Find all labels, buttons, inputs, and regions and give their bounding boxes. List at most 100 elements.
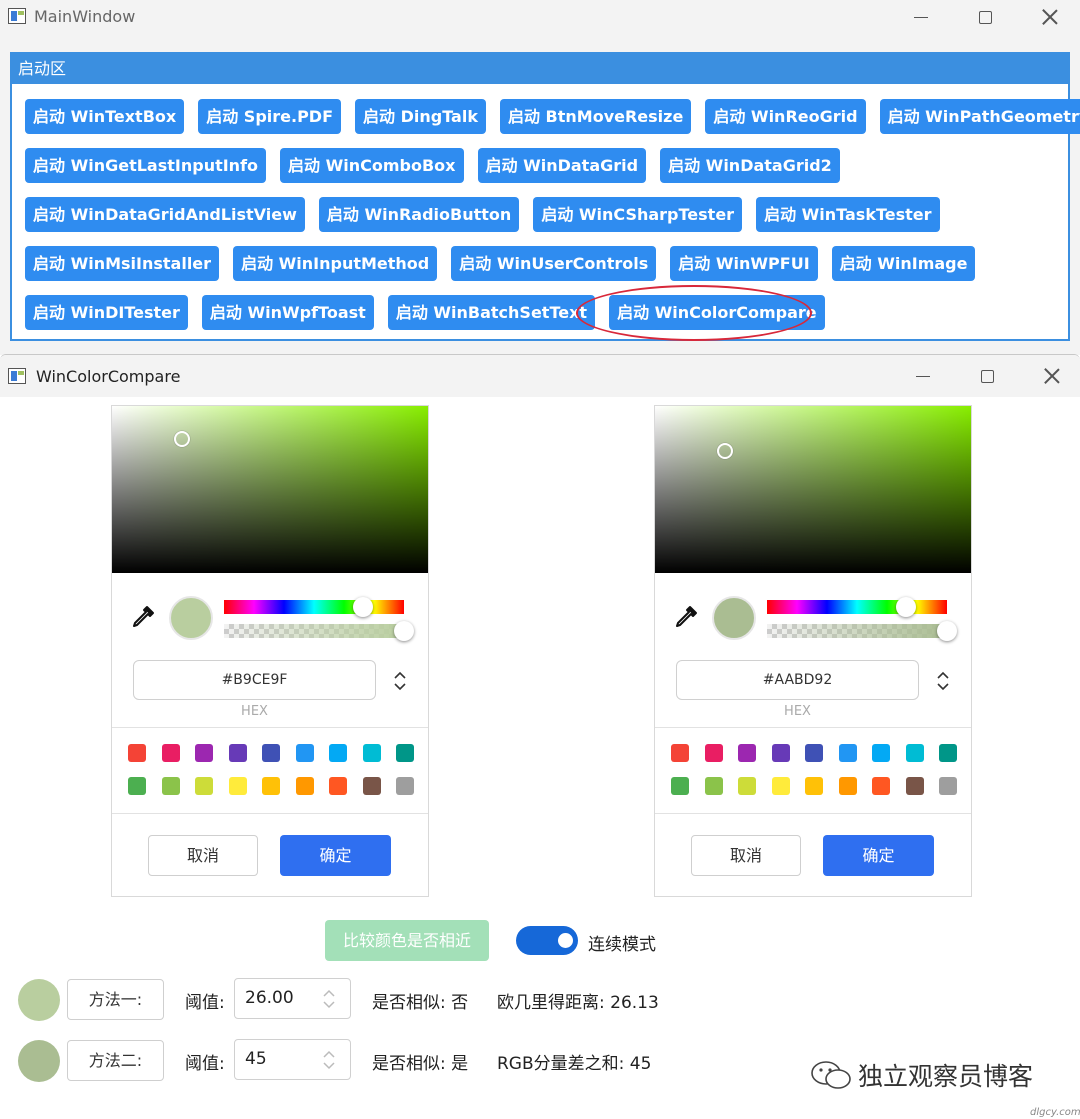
color-swatch[interactable]: [161, 744, 180, 762]
hex-input[interactable]: #AABD92: [676, 660, 919, 700]
color-swatch[interactable]: [262, 744, 280, 762]
highlight-annotation: [576, 285, 812, 341]
hue-slider-thumb[interactable]: [352, 597, 373, 617]
color-swatch[interactable]: [228, 744, 247, 762]
color-swatch[interactable]: [195, 744, 213, 762]
color-swatch[interactable]: [704, 777, 723, 795]
color-swatch[interactable]: [771, 777, 790, 795]
method-one-button[interactable]: 方法一:: [67, 979, 164, 1020]
saturation-value-area[interactable]: [112, 406, 428, 573]
color-swatch[interactable]: [295, 777, 314, 795]
launch-button[interactable]: 启动 WinDITester: [25, 295, 188, 330]
color-swatch[interactable]: [295, 744, 314, 762]
eyedropper-icon[interactable]: [130, 604, 156, 630]
format-switch-icon[interactable]: [935, 670, 951, 692]
cancel-button[interactable]: 取消: [148, 835, 258, 876]
color-swatch[interactable]: [872, 744, 890, 762]
close-button[interactable]: [1029, 355, 1075, 397]
spinner-arrows-icon[interactable]: [322, 1049, 336, 1071]
color-picker-1: #B9CE9F HEX 取消 确定: [111, 405, 429, 897]
launch-button[interactable]: 启动 WinImage: [831, 246, 976, 281]
alpha-slider[interactable]: [224, 621, 414, 641]
launch-button[interactable]: 启动 WinCSharpTester: [533, 197, 743, 232]
color-swatch[interactable]: [671, 777, 689, 795]
launch-button[interactable]: 启动 WinReoGrid: [705, 99, 866, 134]
color-swatch[interactable]: [362, 744, 381, 762]
threshold-label: 阈值:: [185, 993, 225, 1013]
maximize-button[interactable]: [962, 0, 1008, 34]
color-swatch[interactable]: [329, 744, 347, 762]
minimize-button[interactable]: [898, 0, 944, 34]
color-swatch[interactable]: [771, 744, 790, 762]
color-swatch[interactable]: [838, 777, 857, 795]
color-swatch[interactable]: [805, 777, 823, 795]
color-swatch[interactable]: [738, 744, 756, 762]
hue-slider-thumb[interactable]: [895, 597, 916, 617]
launch-button[interactable]: 启动 DingTalk: [355, 99, 486, 134]
saturation-value-area[interactable]: [655, 406, 971, 573]
method-two-button[interactable]: 方法二:: [67, 1040, 164, 1081]
cancel-button[interactable]: 取消: [691, 835, 801, 876]
color-swatch[interactable]: [704, 744, 723, 762]
color-swatch[interactable]: [838, 744, 857, 762]
format-switch-icon[interactable]: [392, 670, 408, 692]
confirm-button[interactable]: 确定: [823, 835, 934, 876]
launch-button[interactable]: 启动 WinPathGeometry: [879, 99, 1080, 134]
color-swatch[interactable]: [671, 744, 689, 762]
alpha-slider-thumb[interactable]: [937, 621, 957, 641]
threshold-input[interactable]: 45: [234, 1039, 351, 1080]
color-swatch[interactable]: [195, 777, 213, 795]
launch-button[interactable]: 启动 WinWpfToast: [201, 295, 374, 330]
launch-button[interactable]: 启动 WinInputMethod: [233, 246, 438, 281]
launch-button[interactable]: 启动 WinRadioButton: [318, 197, 520, 232]
color-picker-2: #AABD92 HEX 取消 确定: [654, 405, 972, 897]
color-swatch[interactable]: [939, 744, 957, 762]
eyedropper-icon[interactable]: [673, 604, 699, 630]
hue-slider[interactable]: [767, 597, 947, 617]
compare-colors-button[interactable]: 比较颜色是否相近: [325, 920, 489, 961]
minimize-button[interactable]: [900, 355, 946, 397]
launch-button[interactable]: 启动 WinTextBox: [25, 99, 185, 134]
launch-button[interactable]: 启动 BtnMoveResize: [499, 99, 692, 134]
alpha-slider[interactable]: [767, 621, 957, 641]
launch-button[interactable]: 启动 WinMsiInstaller: [25, 246, 220, 281]
launch-button[interactable]: 启动 WinDataGrid2: [660, 148, 840, 183]
divider: [112, 727, 428, 728]
color-swatch[interactable]: [329, 777, 347, 795]
close-button[interactable]: [1027, 0, 1073, 34]
hex-input[interactable]: #B9CE9F: [133, 660, 376, 700]
hue-slider[interactable]: [224, 597, 404, 617]
color-swatch[interactable]: [939, 777, 957, 795]
confirm-button[interactable]: 确定: [280, 835, 391, 876]
color-swatch[interactable]: [905, 777, 924, 795]
color-swatch[interactable]: [161, 777, 180, 795]
saturation-cursor[interactable]: [174, 431, 190, 447]
method-row-1: 方法一: 阈值: 26.00 是否相似: 否 欧几里得距离: 26.13: [0, 978, 1080, 1022]
spinner-arrows-icon[interactable]: [322, 988, 336, 1010]
alpha-slider-thumb[interactable]: [394, 621, 414, 641]
launch-button[interactable]: 启动 WinDataGrid: [477, 148, 647, 183]
launch-button[interactable]: 启动 WinBatchSetText: [387, 295, 596, 330]
color-swatch[interactable]: [128, 744, 146, 762]
launch-button[interactable]: 启动 WinGetLastInputInfo: [25, 148, 267, 183]
color-swatch[interactable]: [396, 777, 414, 795]
launch-button[interactable]: 启动 WinWPFUI: [670, 246, 818, 281]
color-swatch[interactable]: [228, 777, 247, 795]
launch-button[interactable]: 启动 Spire.PDF: [198, 99, 342, 134]
color-swatch[interactable]: [905, 744, 924, 762]
color-swatch[interactable]: [262, 777, 280, 795]
launch-button[interactable]: 启动 WinComboBox: [280, 148, 464, 183]
launch-button[interactable]: 启动 WinTaskTester: [756, 197, 940, 232]
continuous-mode-toggle[interactable]: [516, 926, 578, 955]
saturation-cursor[interactable]: [717, 443, 733, 459]
color-swatch[interactable]: [362, 777, 381, 795]
color-swatch[interactable]: [396, 744, 414, 762]
maximize-button[interactable]: [964, 355, 1010, 397]
launch-button[interactable]: 启动 WinDataGridAndListView: [25, 197, 305, 232]
color-swatch[interactable]: [805, 744, 823, 762]
color-swatch[interactable]: [128, 777, 146, 795]
launch-button[interactable]: 启动 WinUserControls: [451, 246, 657, 281]
color-swatch[interactable]: [738, 777, 756, 795]
threshold-input[interactable]: 26.00: [234, 978, 351, 1019]
color-swatch[interactable]: [872, 777, 890, 795]
